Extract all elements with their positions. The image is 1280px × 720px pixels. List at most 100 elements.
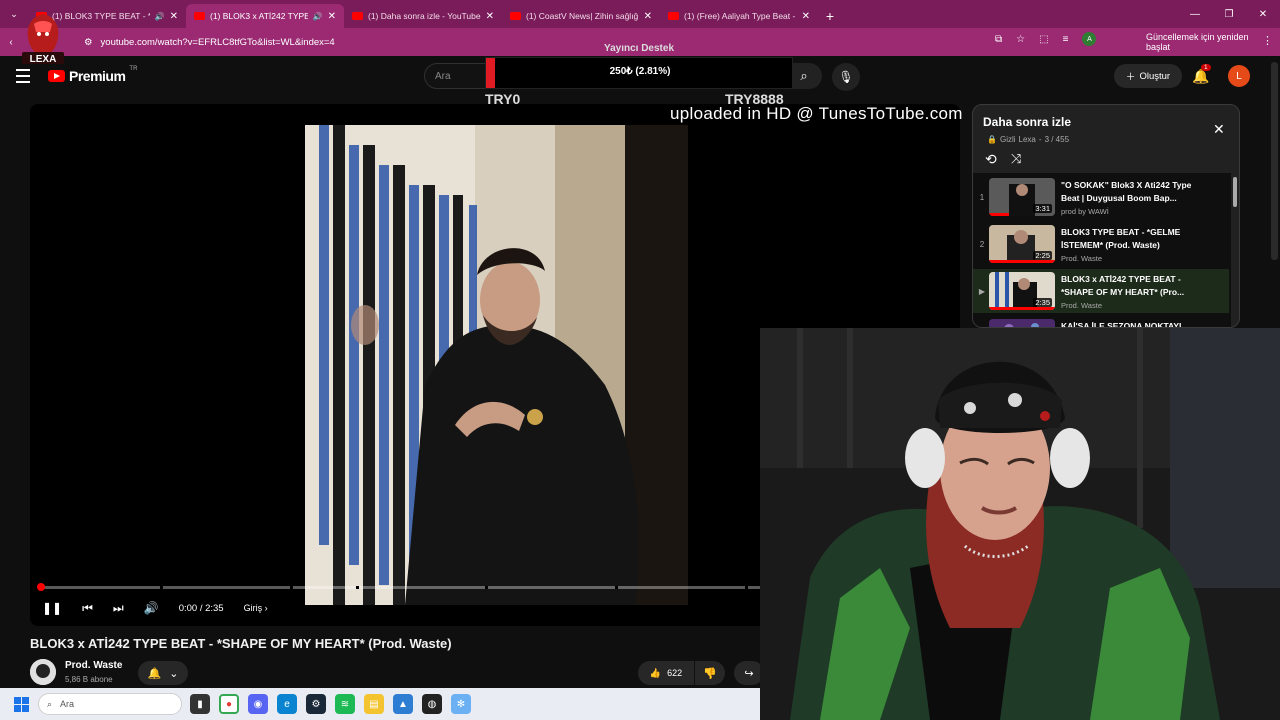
playlist-position: 3 / 455	[1044, 135, 1070, 144]
create-button[interactable]: ＋ Oluştur	[1114, 64, 1182, 88]
chapter-divider	[745, 586, 748, 589]
close-window-icon[interactable]: ✕	[1246, 0, 1280, 28]
playlist-item[interactable]: 1 3:31 "O SOKAK" Blok3 X Ati242 Type Bea…	[973, 175, 1229, 219]
update-button[interactable]: Güncellemek için yeniden başlat	[1138, 32, 1280, 52]
extensions-icon[interactable]: ⬚	[1039, 34, 1048, 45]
windows-start-icon[interactable]	[14, 697, 29, 712]
taskbar-search[interactable]: ⌕ Ara	[38, 693, 182, 715]
time-display: 0:00 / 2:35	[178, 602, 224, 614]
menu-hamburger-icon[interactable]	[16, 69, 30, 83]
chapter-button[interactable]: Giriş ›	[244, 603, 268, 613]
chevron-down-icon: ⌄	[169, 667, 179, 680]
meta-separator: -	[1038, 135, 1042, 144]
spotify-icon[interactable]: ≋	[335, 694, 355, 714]
photos-icon[interactable]: ▲	[393, 694, 413, 714]
page-scrollbar[interactable]	[1271, 62, 1278, 260]
tab-close-icon[interactable]: ✕	[170, 11, 178, 22]
pause-icon[interactable]: ❚❚	[42, 601, 62, 615]
loop-icon[interactable]: ⟲	[985, 151, 997, 168]
channel-avatar-image	[30, 659, 56, 685]
item-title: KAİ'SA İLE SEZONA NOKTAYI	[1061, 321, 1182, 328]
notifications-button[interactable]: 🔔 1	[1192, 64, 1211, 85]
browser-tab[interactable]: (1) (Free) Aaliyah Type Beat - A ✕	[660, 4, 818, 28]
speaker-icon[interactable]: 🔊	[313, 12, 323, 21]
donation-bar: 250₺ (2.81%)	[485, 57, 793, 89]
volume-icon[interactable]: 🔊	[144, 601, 159, 615]
profile-avatar[interactable]: A	[1082, 32, 1097, 46]
subscription-bell-button[interactable]: 🔔 ⌄	[138, 661, 188, 685]
tab-close-icon[interactable]: ✕	[486, 11, 494, 22]
channel-name[interactable]: Prod. Waste	[65, 660, 122, 671]
speaker-icon[interactable]: 🔊	[155, 12, 165, 21]
browser-tab[interactable]: (1) CoastV News| Zihin sağlığı ✕	[502, 4, 660, 28]
youtube-play-icon	[48, 70, 65, 82]
edge-icon[interactable]: e	[277, 694, 297, 714]
window-controls: — ❐ ✕	[1178, 0, 1280, 28]
url-text: youtube.com/watch?v=EFRLC8tfGTo&list=WL&…	[100, 36, 335, 48]
obs-icon[interactable]: ◍	[422, 694, 442, 714]
playlist-item[interactable]: 2 2:25 BLOK3 TYPE BEAT - *GELME İSTEMEM*…	[973, 222, 1229, 266]
media-controls-icon[interactable]: ≡	[1063, 34, 1069, 45]
video-title: BLOK3 x ATİ242 TYPE BEAT - *SHAPE OF MY …	[30, 636, 452, 651]
item-watched-bar	[989, 260, 1055, 263]
item-title: "O SOKAK" Blok3 X Ati242 Type Beat | Duy…	[1061, 180, 1192, 203]
search-icon: ⌕	[47, 698, 53, 709]
taskbar-search-placeholder: Ara	[60, 699, 75, 709]
video-thumbnail	[305, 125, 688, 605]
restore-icon[interactable]: ❐	[1212, 0, 1246, 28]
progress-bar[interactable]	[40, 586, 760, 589]
video-watermark: uploaded in HD @ TunesToTube.com	[670, 104, 963, 123]
chapter-divider	[356, 586, 359, 589]
tab-title: (1) BLOK3 x ATİ242 TYPE BEAT	[210, 11, 308, 21]
tab-close-icon[interactable]: ✕	[802, 11, 810, 22]
channel-avatar[interactable]	[30, 659, 56, 685]
chapter-divider	[615, 586, 618, 589]
minimize-icon[interactable]: —	[1178, 0, 1212, 28]
item-title: BLOK3 TYPE BEAT - *GELME İSTEMEM* (Prod.…	[1061, 227, 1181, 250]
browser-tab[interactable]: (1) Daha sonra izle - YouTube ✕	[344, 4, 502, 28]
next-icon[interactable]: ⏭	[113, 601, 124, 616]
voice-search-button[interactable]: 🎙	[832, 63, 860, 91]
tab-close-icon[interactable]: ✕	[328, 11, 336, 22]
tab-title: (1) CoastV News| Zihin sağlığı	[526, 11, 639, 21]
item-thumbnail	[989, 319, 1055, 327]
chrome-icon[interactable]: ●	[219, 694, 239, 714]
install-app-icon[interactable]: ⧉	[995, 34, 1002, 45]
file-explorer-icon[interactable]: ▤	[364, 694, 384, 714]
steam-icon[interactable]: ⚙	[306, 694, 326, 714]
bookmark-star-icon[interactable]: ☆	[1016, 34, 1025, 45]
browser-menu-icon[interactable]: ⋮	[1262, 34, 1273, 47]
logo-text: Premium	[69, 68, 126, 84]
close-icon[interactable]: ✕	[1213, 121, 1225, 138]
playlist-item-current[interactable]: ▶ 2:35 BLOK3 x ATİ242 TYPE BEAT - *SHAPE…	[973, 269, 1229, 313]
svg-text:LEXA: LEXA	[30, 54, 57, 65]
subscriber-count: 5,86 B abone	[65, 675, 113, 684]
tab-title: (1) BLOK3 TYPE BEAT - *GELME	[52, 11, 150, 21]
playlist-scrollbar[interactable]	[1233, 177, 1237, 207]
new-tab-button[interactable]: +	[818, 4, 842, 28]
task-view-icon[interactable]: ▮	[190, 694, 210, 714]
playlist-items: 1 3:31 "O SOKAK" Blok3 X Ati242 Type Bea…	[973, 173, 1231, 328]
now-playing-icon: ▶	[978, 287, 986, 296]
playlist-title[interactable]: Daha sonra izle	[983, 115, 1071, 129]
tab-close-icon[interactable]: ✕	[644, 11, 652, 22]
youtube-favicon-icon	[352, 12, 363, 20]
youtube-logo[interactable]: Premium TR	[48, 66, 137, 84]
dislike-button[interactable]: 👎	[695, 661, 725, 685]
progress-scrubber[interactable]	[37, 583, 45, 591]
site-info-icon[interactable]: ⚙	[84, 37, 93, 48]
windows-taskbar: ⌕ Ara ▮ ● ◉ e ⚙ ≋ ▤ ▲ ◍ ✻	[0, 688, 760, 720]
like-button[interactable]: 👍 622	[638, 661, 694, 685]
settings-gear-icon[interactable]: ✻	[451, 694, 471, 714]
back-icon[interactable]: ‹	[0, 28, 22, 56]
browser-tab-active[interactable]: (1) BLOK3 x ATİ242 TYPE BEAT 🔊 ✕	[186, 4, 344, 28]
like-count: 622	[667, 668, 683, 678]
previous-icon[interactable]: ⏮	[82, 601, 93, 616]
microphone-icon: 🎙	[838, 70, 854, 84]
discord-icon[interactable]: ◉	[248, 694, 268, 714]
shuffle-icon[interactable]: ⤨	[1011, 151, 1021, 167]
playlist-item[interactable]: KAİ'SA İLE SEZONA NOKTAYI	[973, 316, 1229, 328]
webcam-feed	[760, 328, 1280, 720]
account-avatar[interactable]: L	[1228, 65, 1250, 87]
playlist-owner[interactable]: Lexa	[1019, 135, 1036, 144]
